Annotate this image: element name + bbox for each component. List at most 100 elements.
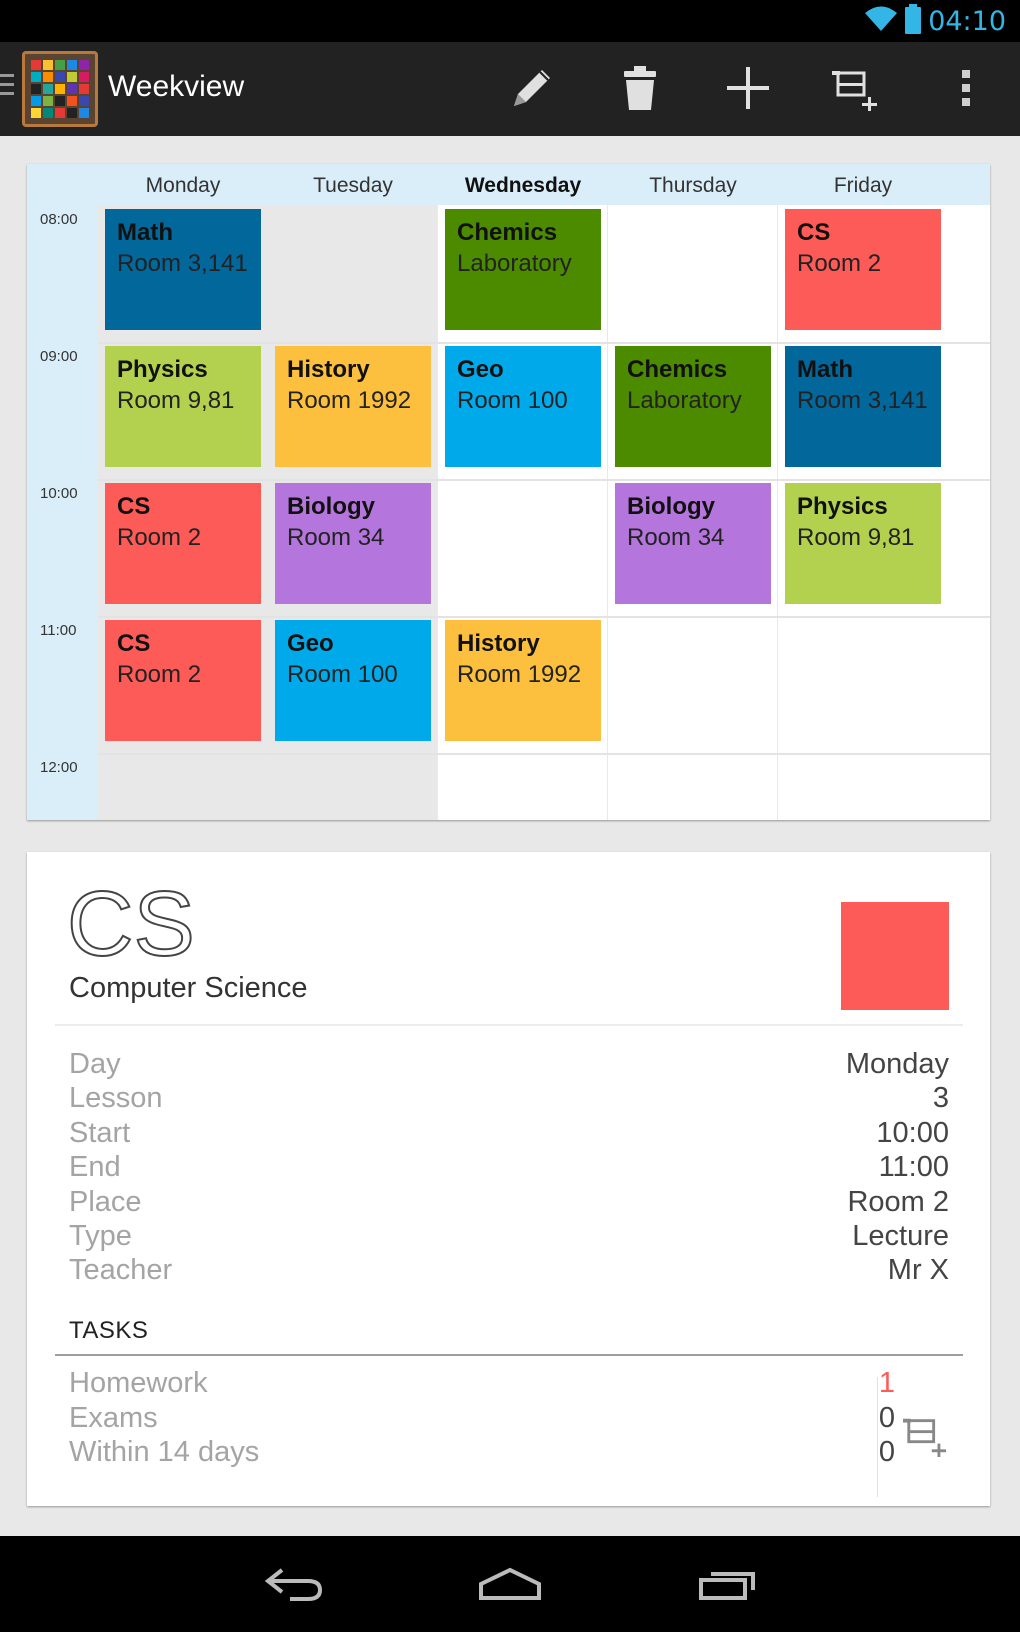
lesson-block-math[interactable]: Math Room 3,141 [105, 209, 261, 330]
info-value: Lecture [852, 1220, 949, 1252]
logo-tile [67, 72, 77, 82]
logo-tile [55, 108, 65, 118]
lesson-subject: Physics [117, 356, 208, 383]
lesson-room: Laboratory [457, 250, 572, 277]
lesson-block-biology[interactable]: Biology Room 34 [615, 483, 771, 604]
lesson-block-physics[interactable]: Physics Room 9,81 [785, 483, 941, 604]
battery-icon [904, 4, 922, 38]
app-logo-icon[interactable] [22, 51, 98, 127]
time-label: 10:00 [40, 485, 78, 502]
logo-tile [31, 108, 41, 118]
lesson-room: Room 1992 [287, 387, 412, 414]
lesson-subject: History [457, 630, 540, 657]
task-row[interactable]: Exams 0 [69, 1402, 895, 1438]
status-time: 04:10 [928, 5, 1006, 37]
logo-tile [55, 60, 65, 70]
home-icon [477, 1566, 543, 1606]
info-row-end: End 11:00 [69, 1151, 949, 1187]
logo-tile [79, 108, 89, 118]
lesson-block-chemics[interactable]: Chemics Laboratory [445, 209, 601, 330]
lesson-block-biology[interactable]: Biology Room 34 [275, 483, 431, 604]
grid-line [267, 205, 268, 820]
info-label: End [69, 1151, 121, 1184]
logo-tile [31, 60, 41, 70]
status-bar: 04:10 [0, 0, 1020, 42]
logo-tile [67, 60, 77, 70]
wifi-icon [864, 5, 898, 37]
back-button[interactable] [243, 1558, 343, 1614]
info-label: Day [69, 1048, 121, 1080]
lesson-block-cs[interactable]: CS Room 2 [785, 209, 941, 330]
info-value: 10:00 [876, 1116, 949, 1149]
lesson-subject: Math [117, 219, 173, 246]
lesson-subject: Geo [457, 356, 504, 383]
info-row-start: Start 10:00 [69, 1117, 949, 1153]
info-value: 11:00 [878, 1151, 949, 1184]
task-row[interactable]: Within 14 days 0 [69, 1436, 895, 1472]
lesson-room: Room 34 [627, 524, 725, 551]
recent-apps-button[interactable] [678, 1558, 778, 1614]
logo-tile [67, 84, 77, 94]
logo-tile [67, 108, 77, 118]
subject-color-swatch[interactable] [841, 902, 949, 1010]
logo-tile [55, 72, 65, 82]
grid-line [98, 753, 990, 755]
delete-button[interactable] [608, 58, 672, 122]
drawer-indicator-icon[interactable] [0, 74, 14, 104]
home-button[interactable] [460, 1558, 560, 1614]
lesson-room: Laboratory [627, 387, 742, 414]
day-header-thursday: Thursday [649, 174, 737, 197]
lesson-block-geo[interactable]: Geo Room 100 [275, 620, 431, 741]
lesson-block-cs[interactable]: CS Room 2 [105, 620, 261, 741]
action-bar: Weekview [0, 42, 1020, 136]
status-icons: 04:10 [864, 4, 1006, 38]
lesson-subject: Geo [287, 630, 334, 657]
overflow-menu-button[interactable] [934, 58, 998, 122]
logo-tile [43, 84, 53, 94]
lesson-block-math[interactable]: Math Room 3,141 [785, 346, 941, 467]
lesson-block-geo[interactable]: Geo Room 100 [445, 346, 601, 467]
vertical-divider [877, 1377, 878, 1497]
info-value: Monday [845, 1048, 949, 1080]
lesson-block-physics[interactable]: Physics Room 9,81 [105, 346, 261, 467]
divider [55, 1024, 963, 1026]
logo-tile [31, 72, 41, 82]
back-icon [262, 1566, 324, 1606]
lesson-detail-card: CS Computer Science Day Monday Lesson 3 Star… [27, 852, 990, 1506]
lesson-room: Room 100 [457, 387, 568, 414]
logo-tile [55, 84, 65, 94]
add-task-button[interactable] [824, 58, 888, 122]
time-label: 12:00 [40, 759, 78, 776]
day-header-tuesday: Tuesday [313, 174, 393, 197]
task-label: Within 14 days [69, 1436, 260, 1468]
lesson-subject: CS [797, 219, 831, 246]
lesson-block-cs[interactable]: CS Room 2 [105, 483, 261, 604]
logo-tile [31, 96, 41, 106]
task-row[interactable]: Homework 1 [69, 1367, 895, 1403]
edit-button[interactable] [500, 58, 564, 122]
add-task-button[interactable] [893, 1387, 959, 1487]
lesson-subject: CS [117, 493, 151, 520]
lesson-room: Room 9,81 [117, 387, 235, 414]
day-header-wednesday: Wednesday [464, 174, 582, 197]
lesson-subject: Physics [797, 493, 888, 520]
lesson-subject: CS [117, 630, 151, 657]
lesson-room: Room 3,141 [797, 387, 928, 414]
lesson-block-chemics[interactable]: Chemics Laboratory [615, 346, 771, 467]
task-label: Exams [69, 1401, 158, 1434]
logo-tile [43, 108, 53, 118]
info-label: Type [69, 1220, 132, 1252]
add-button[interactable] [716, 58, 780, 122]
info-row-lesson: Lesson 3 [69, 1082, 949, 1118]
lesson-block-history[interactable]: History Room 1992 [445, 620, 601, 741]
logo-tile [43, 60, 53, 70]
info-label: Teacher [69, 1254, 173, 1287]
grid-line [98, 342, 990, 344]
info-label: Start [69, 1116, 131, 1149]
navigation-bar [0, 1536, 1020, 1632]
tasks-divider [55, 1354, 963, 1356]
delete-icon [620, 64, 660, 116]
timetable-header: Monday Tuesday Wednesday Thursday Friday [27, 164, 990, 205]
lesson-block-history[interactable]: History Room 1992 [275, 346, 431, 467]
week-timetable: Monday Tuesday Wednesday Thursday Friday 08:… [27, 164, 990, 820]
